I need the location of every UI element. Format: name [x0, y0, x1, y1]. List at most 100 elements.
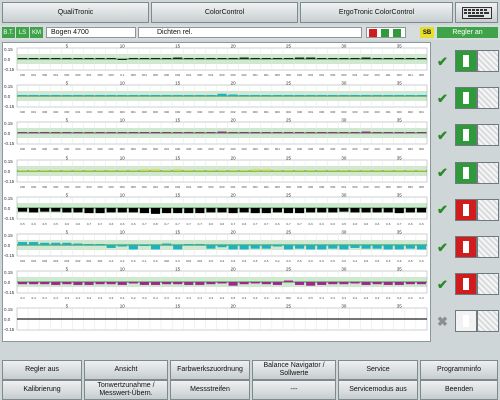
zone-chart: 0.150.0-0.155 10 15 20 25 30 35000 001 000 001 000…: [4, 44, 428, 77]
zone-value-label: 0-3: [98, 296, 103, 300]
zone-control-icon[interactable]: [455, 236, 477, 258]
grid-pattern-icon[interactable]: [477, 236, 499, 258]
zone-value-label: 0-6: [109, 222, 114, 226]
zone-bar: [184, 244, 194, 245]
servicemodus-aus-button[interactable]: Servicemodus aus: [338, 380, 418, 400]
zone-bar: [239, 207, 249, 213]
y-tick-label: 0.15: [4, 159, 13, 164]
zone-value-label: 000: [308, 185, 313, 189]
zone-bar: [40, 242, 50, 245]
zone-bar: [139, 58, 149, 59]
zone-value-label: 0-5: [264, 259, 269, 263]
zone-bar: [150, 132, 161, 134]
zone-bar: [283, 95, 294, 97]
zone-bar: [40, 282, 50, 285]
grid-pattern-icon[interactable]: [477, 161, 499, 184]
ansicht-button[interactable]: Ansicht: [84, 360, 168, 380]
column-number-label: 30: [341, 267, 347, 272]
checkmark-icon[interactable]: ✔: [435, 128, 450, 143]
tab-colorcontrol[interactable]: ColorControl: [151, 2, 298, 23]
empty-button[interactable]: ---: [252, 380, 336, 400]
zone-bar: [250, 132, 260, 134]
zone-bar: [51, 95, 61, 97]
zone-value-label: 0-3: [220, 259, 225, 263]
zone-bar: [295, 169, 305, 171]
regler-aus-button[interactable]: Regler aus: [2, 360, 82, 380]
zone-bar: [150, 58, 161, 59]
zone-value-label: 0-4: [153, 296, 158, 300]
checkmark-icon[interactable]: ✔: [435, 202, 450, 218]
checkmark-icon[interactable]: ✔: [435, 54, 450, 69]
grid-pattern-icon[interactable]: [477, 310, 499, 333]
column-number-label: 15: [175, 267, 181, 272]
zone-value-label: 0-6: [286, 259, 291, 263]
tab-ergotronic-colorcontrol[interactable]: ErgoTronic ColorControl: [300, 2, 453, 23]
zone-value-label: 0-6: [386, 259, 391, 263]
checkmark-icon[interactable]: ✔: [435, 240, 450, 255]
beenden-button[interactable]: Beenden: [420, 380, 498, 400]
zone-value-label: 000: [42, 110, 47, 114]
zone-value-label: 000: [275, 110, 280, 114]
zone-bar: [228, 245, 238, 250]
zone-value-label: 000: [397, 185, 402, 189]
zone-control-icon[interactable]: [455, 124, 477, 147]
zone-value-label: 000: [352, 110, 357, 114]
zone-control-icon[interactable]: [455, 87, 477, 110]
zone-value-label: 0-4: [397, 296, 402, 300]
keyboard-button[interactable]: [455, 2, 498, 23]
zone-bar: [117, 95, 127, 97]
zone-bar: [306, 169, 316, 171]
zone-bar: [394, 58, 404, 59]
farbwerkszuordnung-button[interactable]: Farbwerkszuordnung: [170, 360, 250, 380]
grid-pattern-icon[interactable]: [477, 87, 499, 110]
checkmark-icon[interactable]: ✔: [435, 277, 450, 292]
zone-control-icon[interactable]: [455, 198, 477, 221]
close-icon[interactable]: ✖: [435, 314, 450, 329]
zone-bar: [106, 95, 116, 97]
zone-value-label: 000: [197, 73, 202, 77]
zone-value-label: 0-5: [308, 296, 313, 300]
kalibrierung-button[interactable]: Kalibrierung: [2, 380, 82, 400]
zone-control-icon[interactable]: [455, 161, 477, 184]
zone-value-label: 000: [253, 147, 258, 151]
zone-bar: [272, 132, 282, 134]
balance-navigator-button[interactable]: Balance Navigator / Sollwerte: [252, 360, 336, 380]
zone-bar: [195, 282, 205, 286]
checkmark-icon[interactable]: ✔: [435, 91, 450, 106]
grid-pattern-icon[interactable]: [477, 50, 499, 72]
grid-pattern-icon[interactable]: [477, 273, 499, 296]
zone-value-label: 0-6: [131, 259, 136, 263]
grid-pattern-icon[interactable]: [477, 198, 499, 221]
zone-control-icon[interactable]: [455, 310, 477, 333]
zone-bar: [261, 245, 271, 249]
zone-row-2: 0.15 0.0 -0.15 5 10 15 20 25 30 35 000 001 000 000 000…: [3, 81, 430, 118]
zone-bar: [350, 169, 360, 171]
grid-pattern-icon[interactable]: [477, 124, 499, 147]
zone-value-label: 000: [397, 110, 402, 114]
zone-bar: [84, 244, 94, 245]
zone-control-icon[interactable]: [455, 50, 477, 72]
messstreifen-button[interactable]: Messstreifen: [170, 380, 250, 400]
zone-bar: [162, 58, 172, 59]
programminfo-button[interactable]: Programminfo: [420, 360, 498, 380]
zone-value-label: 0-4: [87, 296, 92, 300]
zone-value-label: 002: [153, 185, 158, 189]
zone-bar: [350, 58, 360, 59]
zone-value-label: 003: [219, 110, 224, 114]
zone-value-label: 000: [164, 185, 169, 189]
zone-value-label: 000: [87, 185, 92, 189]
zone-value-label: 0-2: [131, 296, 136, 300]
zone-bar: [73, 132, 83, 134]
tonwertzunahme-button[interactable]: Tonwertzunahme / Messwert-Übern.: [84, 380, 168, 400]
zone-bar: [228, 94, 238, 97]
zone-bar: [95, 95, 105, 97]
checkmark-icon[interactable]: ✔: [435, 165, 450, 181]
zone-control-icon[interactable]: [455, 273, 477, 296]
tab-qualitronic[interactable]: QualiTronic: [2, 2, 149, 23]
zone-value-label: 000: [153, 73, 158, 77]
service-button[interactable]: Service: [338, 360, 418, 380]
zone-value-label: 001: [275, 147, 280, 151]
measurement-mode: Dichten rel.: [138, 27, 362, 38]
zone-bar: [416, 132, 426, 134]
zone-bar: [306, 245, 316, 250]
